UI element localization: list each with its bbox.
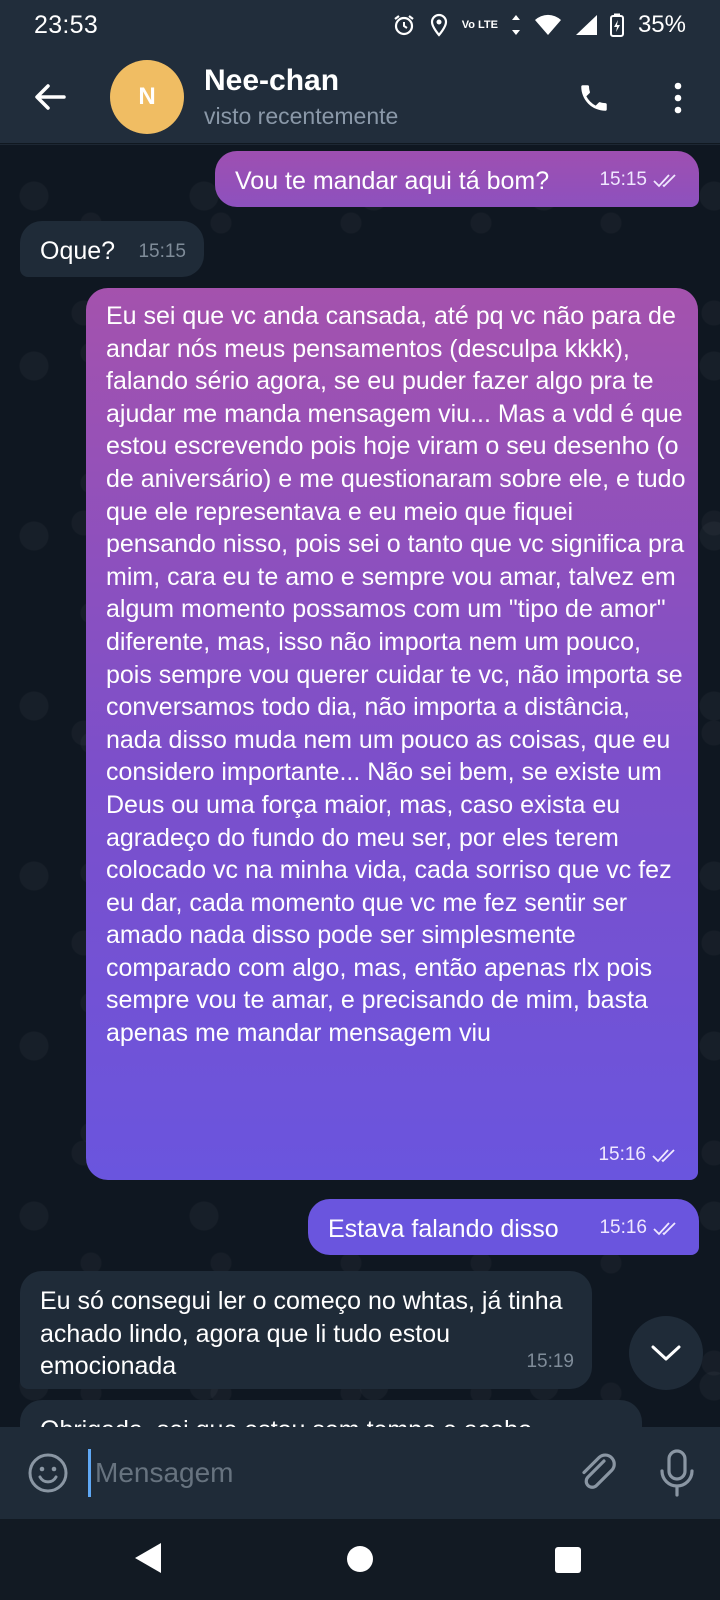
alarm-icon <box>394 15 414 36</box>
microphone-icon <box>660 1449 694 1497</box>
status-bar: 23:53 Vo LTE 35% <box>0 0 720 50</box>
nav-back-button[interactable] <box>133 1541 163 1580</box>
message-text: Oque? <box>40 237 116 265</box>
call-button[interactable] <box>568 72 620 124</box>
message-time: 15:16 <box>598 1144 646 1166</box>
message-time: 15:16 <box>599 1217 647 1239</box>
phone-icon <box>581 85 607 111</box>
message-bubble-outgoing[interactable]: Vou te mandar aqui tá bom? 15:15 <box>215 151 699 207</box>
back-arrow-icon <box>35 83 66 110</box>
message-bubble-incoming[interactable]: Eu só consegui ler o começo no whtas, já… <box>20 1271 592 1389</box>
message-text: Obrigada, sei que estou sem tempo e acab… <box>40 1416 532 1427</box>
message-text: Eu só consegui ler o começo no whtas, já… <box>40 1287 563 1381</box>
battery-percent: 35% <box>637 11 686 38</box>
message-meta: 15:16 <box>598 1139 678 1172</box>
nav-home-button[interactable] <box>347 1546 373 1572</box>
chat-header: N Nee-chan visto recentemente <box>0 50 720 144</box>
avatar-letter: N <box>138 82 156 110</box>
message-time: 15:19 <box>526 1351 574 1373</box>
scroll-down-button[interactable] <box>629 1316 703 1390</box>
signal-icon <box>575 15 597 35</box>
battery-icon <box>609 13 624 37</box>
emoji-button[interactable] <box>26 1451 70 1495</box>
message-input[interactable] <box>88 1449 558 1497</box>
message-text: Eu sei que vc anda cansada, até pq vc nã… <box>106 302 686 1048</box>
status-icons: Vo LTE 35% <box>392 11 686 39</box>
nav-back-icon <box>135 1543 161 1573</box>
message-meta: 15:16 <box>599 1212 679 1245</box>
message-text: Vou te mandar aqui tá bom? <box>235 167 550 195</box>
location-icon <box>430 13 447 37</box>
back-button[interactable] <box>0 50 100 144</box>
system-nav-bar <box>0 1519 720 1600</box>
contact-status: visto recentemente <box>204 102 399 129</box>
message-bubble-outgoing[interactable]: Estava falando disso 15:16 <box>308 1199 699 1255</box>
emoji-icon <box>28 1453 68 1493</box>
status-time: 23:53 <box>34 10 99 39</box>
microphone-button[interactable] <box>655 1447 699 1499</box>
double-check-icon <box>653 1222 676 1236</box>
message-bubble-incoming[interactable]: Oque? 15:15 <box>20 221 204 277</box>
message-bubble-incoming[interactable]: Obrigada, sei que estou sem tempo e acab… <box>20 1400 642 1427</box>
contact-name: Nee-chan <box>204 63 340 97</box>
message-meta: 15:15 <box>599 164 679 197</box>
double-check-icon <box>652 1149 675 1163</box>
lte-indicator: Vo LTE <box>461 19 498 31</box>
double-check-icon <box>653 174 676 188</box>
avatar[interactable]: N <box>110 59 184 134</box>
more-vertical-icon <box>674 82 682 114</box>
chat-info[interactable]: Nee-chan visto recentemente <box>204 64 398 130</box>
message-time: 15:15 <box>138 241 186 263</box>
nav-recents-button[interactable] <box>555 1547 581 1573</box>
chevron-down-icon <box>651 1345 681 1361</box>
message-bubble-outgoing[interactable]: Eu sei que vc anda cansada, até pq vc nã… <box>86 288 698 1180</box>
message-text: Estava falando disso <box>328 1215 559 1243</box>
more-options-button[interactable] <box>652 72 704 124</box>
attach-button[interactable] <box>574 1449 622 1497</box>
chat-area[interactable]: Vou te mandar aqui tá bom? 15:15 Oque? 1… <box>0 145 720 1427</box>
message-time: 15:15 <box>599 169 647 191</box>
wifi-icon <box>534 14 561 35</box>
paperclip-icon <box>582 1453 616 1489</box>
data-arrows-icon <box>511 15 520 35</box>
message-input-bar <box>0 1427 720 1519</box>
